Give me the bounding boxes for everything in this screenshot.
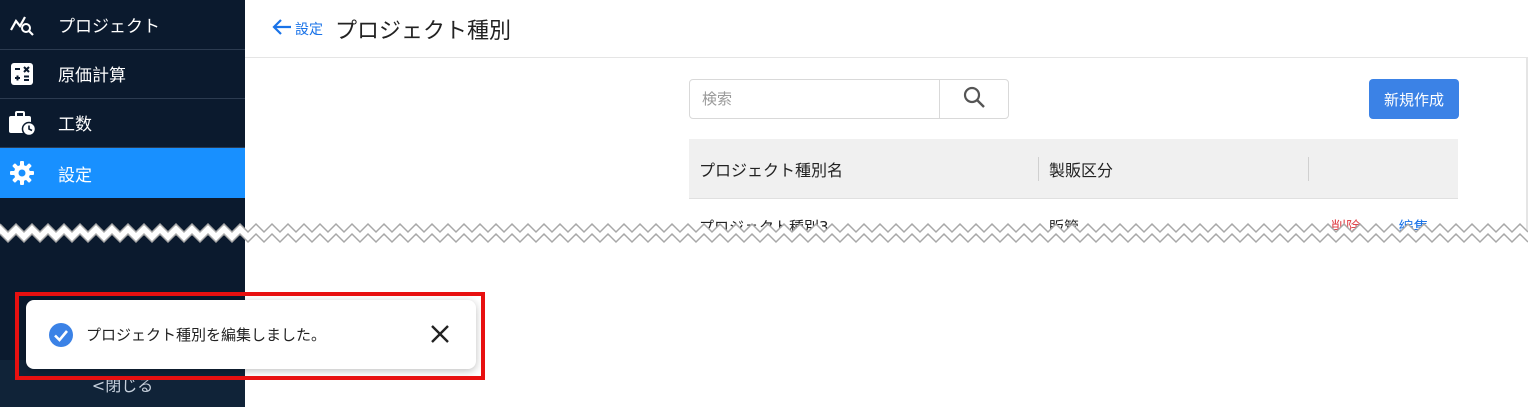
search-icon bbox=[962, 85, 986, 113]
briefcase-clock-icon bbox=[8, 109, 36, 137]
sidebar-item-project[interactable]: プロジェクト bbox=[0, 0, 245, 50]
cut-divider bbox=[0, 222, 1528, 244]
sidebar-item-settings[interactable]: 設定 bbox=[0, 148, 245, 198]
search-button[interactable] bbox=[940, 80, 1008, 118]
search-box bbox=[689, 79, 1009, 119]
sidebar-item-label: プロジェクト bbox=[58, 17, 160, 37]
new-button[interactable]: 新規作成 bbox=[1369, 79, 1459, 119]
sidebar-item-manhours[interactable]: 工数 bbox=[0, 98, 245, 148]
back-label: 設定 bbox=[295, 21, 323, 38]
page-header: 設定 プロジェクト種別 bbox=[245, 0, 1528, 58]
back-link[interactable]: 設定 bbox=[271, 16, 323, 42]
search-input[interactable] bbox=[690, 80, 940, 118]
arrow-left-icon bbox=[271, 16, 293, 42]
page-title: プロジェクト種別 bbox=[335, 18, 512, 44]
chart-search-icon bbox=[8, 11, 36, 39]
highlight-box bbox=[15, 292, 485, 380]
sidebar-item-label: 設定 bbox=[58, 165, 92, 186]
column-header-category[interactable]: 製販区分 bbox=[1039, 139, 1309, 199]
column-header-name[interactable]: プロジェクト種別名 bbox=[689, 139, 1039, 199]
table-header: プロジェクト種別名 製販区分 bbox=[689, 139, 1458, 199]
sidebar-item-label: 工数 bbox=[58, 115, 92, 135]
sidebar-item-label: 原価計算 bbox=[58, 66, 126, 86]
column-header-actions bbox=[1309, 139, 1458, 199]
gear-icon bbox=[8, 159, 36, 187]
calculator-icon bbox=[8, 60, 36, 88]
sidebar-item-costing[interactable]: 原価計算 bbox=[0, 49, 245, 99]
